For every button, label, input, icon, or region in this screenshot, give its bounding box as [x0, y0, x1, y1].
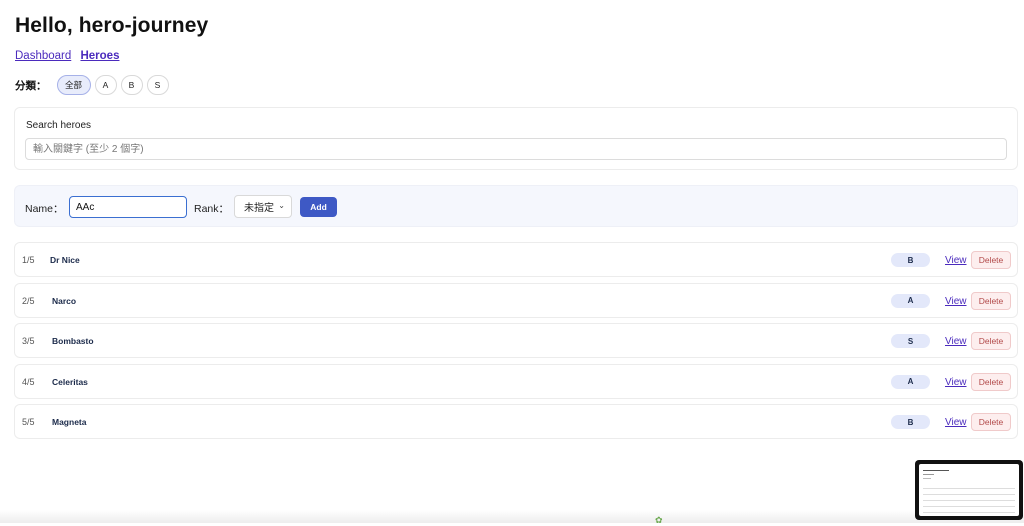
rank-filter: 分類： 全部 A B S	[15, 75, 173, 95]
hero-name: Narco	[52, 295, 77, 306]
rank-badge: B	[891, 415, 930, 429]
top-nav: Dashboard Heroes	[15, 50, 125, 62]
name-input[interactable]	[69, 196, 187, 218]
view-link[interactable]: View	[945, 255, 967, 266]
plant-icon: ✿	[655, 515, 663, 525]
search-card: Search heroes	[14, 107, 1018, 170]
filter-chip-b[interactable]: B	[120, 75, 143, 95]
filter-chip-all[interactable]: 全部	[56, 75, 91, 95]
add-hero-form: Name： Rank： 未指定 ⌄ Add	[14, 185, 1018, 227]
hero-index: 4/5	[22, 376, 35, 387]
name-label: Name：	[25, 203, 64, 215]
filter-chip-a[interactable]: A	[94, 75, 117, 95]
delete-button[interactable]: Delete	[971, 372, 1011, 391]
thumbnail-line	[923, 488, 1015, 489]
view-link[interactable]: View	[945, 377, 967, 388]
screenshot-thumbnail[interactable]	[915, 460, 1023, 520]
thumbnail-preview	[919, 464, 1019, 516]
page-title: Hello, hero-journey	[15, 14, 209, 37]
thumbnail-line	[923, 500, 1015, 501]
view-link[interactable]: View	[945, 336, 967, 347]
view-link[interactable]: View	[945, 296, 967, 307]
hero-name: Celeritas	[52, 376, 88, 387]
hero-name: Dr Nice	[50, 255, 80, 265]
rank-badge: S	[891, 334, 930, 348]
hero-row: 5/5 Magneta B View Delete	[14, 404, 1018, 439]
hero-index: 1/5	[22, 255, 35, 265]
thumbnail-line	[923, 474, 934, 475]
thumbnail-line	[923, 494, 1015, 495]
hero-row: 2/5 Narco A View Delete	[14, 282, 1018, 318]
hero-name: Magneta	[52, 417, 87, 427]
rank-label: Rank：	[194, 203, 230, 215]
hero-row: 4/5 Celeritas A View Delete	[14, 363, 1018, 399]
thumbnail-line	[923, 506, 1015, 507]
filter-chip-s[interactable]: S	[146, 75, 169, 95]
hero-index: 2/5	[22, 295, 35, 306]
hero-list: 1/5 Dr Nice B View Delete 2/5 Narco A Vi…	[14, 242, 1018, 445]
delete-button[interactable]: Delete	[971, 251, 1011, 269]
search-input[interactable]	[25, 138, 1007, 160]
rank-select[interactable]: 未指定 ⌄	[234, 195, 292, 218]
rank-badge: A	[891, 374, 930, 389]
chevron-down-icon: ⌄	[278, 201, 285, 210]
delete-button[interactable]: Delete	[971, 413, 1011, 431]
hero-index: 3/5	[22, 336, 35, 346]
filter-label: 分類：	[15, 79, 47, 92]
nav-link-dashboard[interactable]: Dashboard	[15, 50, 71, 62]
rank-badge: A	[891, 293, 930, 308]
delete-button[interactable]: Delete	[971, 291, 1011, 310]
thumbnail-line	[923, 512, 1015, 513]
hero-name: Bombasto	[52, 336, 94, 346]
view-link[interactable]: View	[945, 417, 967, 428]
search-label: Search heroes	[26, 120, 92, 131]
rank-select-value: 未指定	[244, 203, 274, 214]
delete-button[interactable]: Delete	[971, 332, 1011, 350]
hero-row: 3/5 Bombasto S View Delete	[14, 323, 1018, 358]
nav-link-heroes[interactable]: Heroes	[80, 50, 119, 62]
dock-shadow	[0, 510, 1024, 523]
add-button[interactable]: Add	[300, 197, 337, 217]
hero-index: 5/5	[22, 417, 35, 427]
hero-row: 1/5 Dr Nice B View Delete	[14, 242, 1018, 277]
thumbnail-line	[923, 470, 949, 471]
thumbnail-line	[923, 478, 931, 479]
rank-badge: B	[891, 253, 930, 267]
